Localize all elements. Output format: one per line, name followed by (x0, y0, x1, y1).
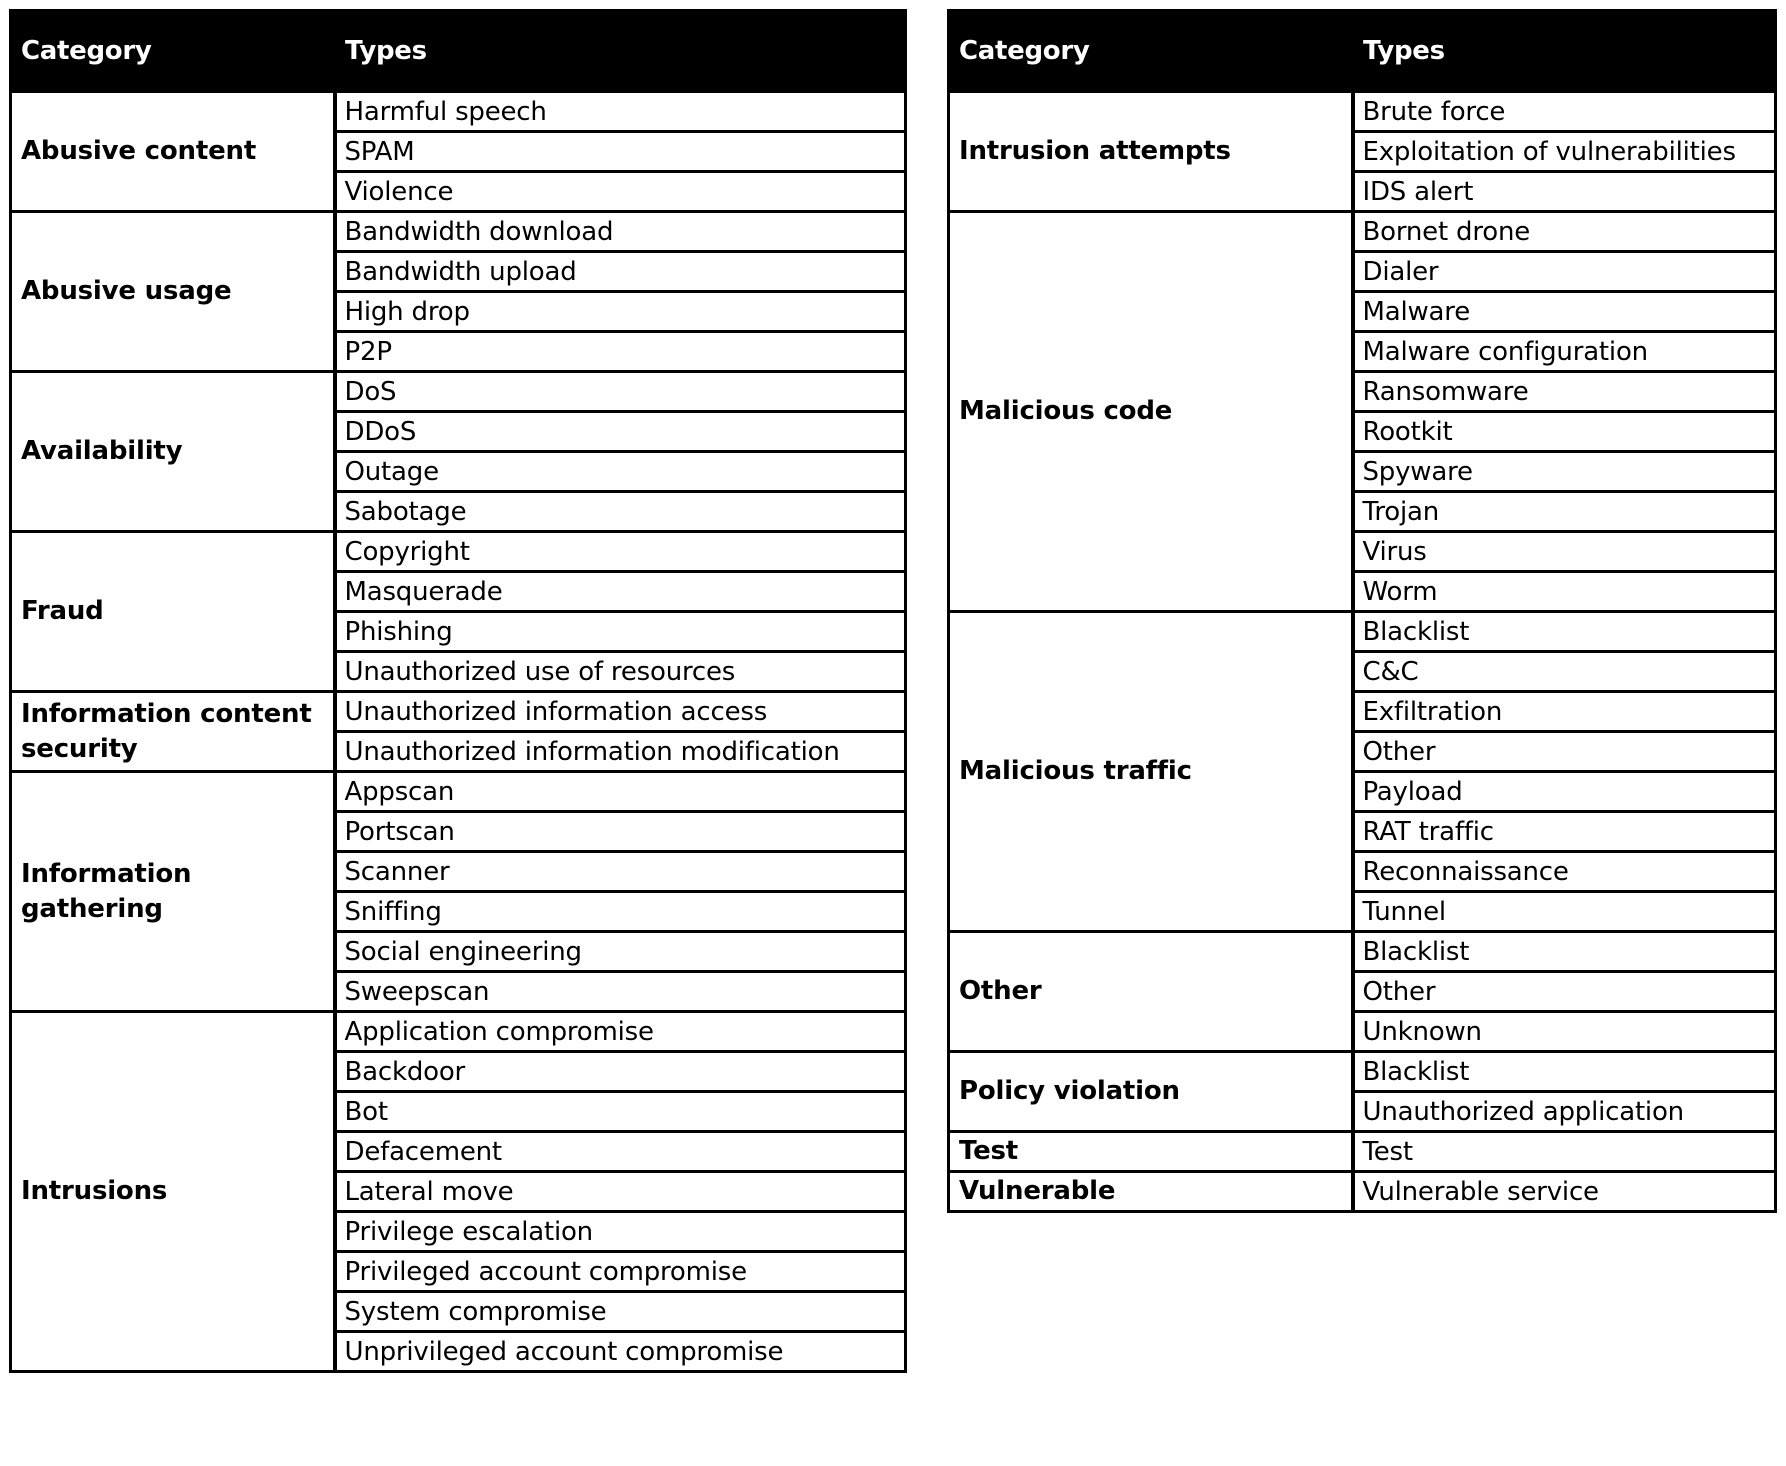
type-cell: Vulnerable service (1350, 1170, 1777, 1213)
type-cell: Social engineering (332, 930, 907, 973)
type-cell: Privileged account compromise (332, 1250, 907, 1293)
type-cell: Dialer (1350, 250, 1777, 293)
table-body: Intrusion attempts Brute force Exploitatio… (947, 90, 1777, 1213)
type-cell: Copyright (332, 530, 907, 573)
type-cell: Blacklist (1350, 610, 1777, 653)
type-cell: Lateral move (332, 1170, 907, 1213)
type-cell: Other (1350, 970, 1777, 1013)
type-cell: Application compromise (332, 1010, 907, 1053)
header-category: Category (947, 9, 1354, 93)
type-cell: Reconnaissance (1350, 850, 1777, 893)
type-cell: Unauthorized application (1350, 1090, 1777, 1133)
type-cell: Rootkit (1350, 410, 1777, 453)
type-cell: IDS alert (1350, 170, 1777, 213)
table-row: Other Blacklist (947, 930, 1777, 1053)
type-cell: Scanner (332, 850, 907, 893)
type-cell: Appscan (332, 770, 907, 813)
category-cell: Other (947, 930, 1354, 1053)
table-row: Information gathering Appscan (9, 770, 907, 1013)
category-cell: Information content security (9, 690, 336, 773)
table-body: Abusive content Harmful speech SPAM Violenc… (9, 90, 907, 1373)
category-cell: Abusive content (9, 90, 336, 213)
type-cell: Harmful speech (332, 90, 907, 133)
type-cell: P2P (332, 330, 907, 373)
type-cell: Outage (332, 450, 907, 493)
category-cell: Test (947, 1130, 1354, 1173)
type-cell: Backdoor (332, 1050, 907, 1093)
category-cell: Vulnerable (947, 1170, 1354, 1213)
type-cell: Unauthorized use of resources (332, 650, 907, 693)
category-cell: Malicious traffic (947, 610, 1354, 933)
type-cell: Payload (1350, 770, 1777, 813)
type-cell: Violence (332, 170, 907, 213)
type-cell: Worm (1350, 570, 1777, 613)
table-row: Intrusions Application compromise (9, 1010, 907, 1373)
table-header-row: Category Types (9, 9, 907, 93)
category-table-right: Category Types Intrusion attempts Brute f… (947, 9, 1777, 1213)
header-category: Category (9, 9, 336, 93)
type-cell: RAT traffic (1350, 810, 1777, 853)
type-cell: Tunnel (1350, 890, 1777, 933)
type-cell: DDoS (332, 410, 907, 453)
category-cell: Abusive usage (9, 210, 336, 373)
type-cell: DoS (332, 370, 907, 413)
type-cell: Unauthorized information modification (332, 730, 907, 773)
type-cell: Sabotage (332, 490, 907, 533)
table-row: Information content security Unauthorized… (9, 690, 907, 773)
type-cell: Unauthorized information access (332, 690, 907, 733)
type-cell: Privilege escalation (332, 1210, 907, 1253)
type-cell: Virus (1350, 530, 1777, 573)
type-cell: Unprivileged account compromise (332, 1330, 907, 1373)
type-cell: Ransomware (1350, 370, 1777, 413)
category-cell: Intrusion attempts (947, 90, 1354, 213)
type-cell: Malware configuration (1350, 330, 1777, 373)
type-cell: Phishing (332, 610, 907, 653)
type-cell: SPAM (332, 130, 907, 173)
category-cell: Information gathering (9, 770, 336, 1013)
category-cell: Availability (9, 370, 336, 533)
category-cell: Malicious code (947, 210, 1354, 613)
category-table-left: Category Types Abusive content Harmful sp… (9, 9, 907, 1373)
header-types: Types (1351, 9, 1777, 93)
type-cell: Spyware (1350, 450, 1777, 493)
type-cell: Unknown (1350, 1010, 1777, 1053)
type-cell: Trojan (1350, 490, 1777, 533)
type-cell: Sweepscan (332, 970, 907, 1013)
type-cell: System compromise (332, 1290, 907, 1333)
type-cell: Defacement (332, 1130, 907, 1173)
table-row: Policy violation Blacklist (947, 1050, 1777, 1133)
table-row: Malicious code Bornet drone (947, 210, 1777, 613)
category-cell: Intrusions (9, 1010, 336, 1373)
type-cell: Bandwidth download (332, 210, 907, 253)
table-row: Test Test (947, 1130, 1777, 1173)
type-cell: Test (1350, 1130, 1777, 1173)
type-cell: Bornet drone (1350, 210, 1777, 253)
type-cell: Blacklist (1350, 1050, 1777, 1093)
table-row: Vulnerable Vulnerable service (947, 1170, 1777, 1213)
table-row: Abusive usage Bandwidth download (9, 210, 907, 373)
type-cell: Bandwidth upload (332, 250, 907, 293)
table-row: Abusive content Harmful speech (9, 90, 907, 213)
category-cell: Policy violation (947, 1050, 1354, 1133)
table-row: Intrusion attempts Brute force (947, 90, 1777, 213)
type-cell: Bot (332, 1090, 907, 1133)
type-cell: Malware (1350, 290, 1777, 333)
type-cell: Exfiltration (1350, 690, 1777, 733)
type-cell: Sniffing (332, 890, 907, 933)
table-row: Fraud Copyright (9, 530, 907, 693)
type-cell: C&C (1350, 650, 1777, 693)
type-cell: Masquerade (332, 570, 907, 613)
table-row: Malicious traffic Blacklist (947, 610, 1777, 933)
table-header-row: Category Types (947, 9, 1777, 93)
type-cell: Exploitation of vulnerabilities (1350, 130, 1777, 173)
type-cell: Brute force (1350, 90, 1777, 133)
type-cell: Blacklist (1350, 930, 1777, 973)
type-cell: Portscan (332, 810, 907, 853)
header-types: Types (333, 9, 907, 93)
type-cell: Other (1350, 730, 1777, 773)
type-cell: High drop (332, 290, 907, 333)
table-row: Availability DoS (9, 370, 907, 533)
category-cell: Fraud (9, 530, 336, 693)
